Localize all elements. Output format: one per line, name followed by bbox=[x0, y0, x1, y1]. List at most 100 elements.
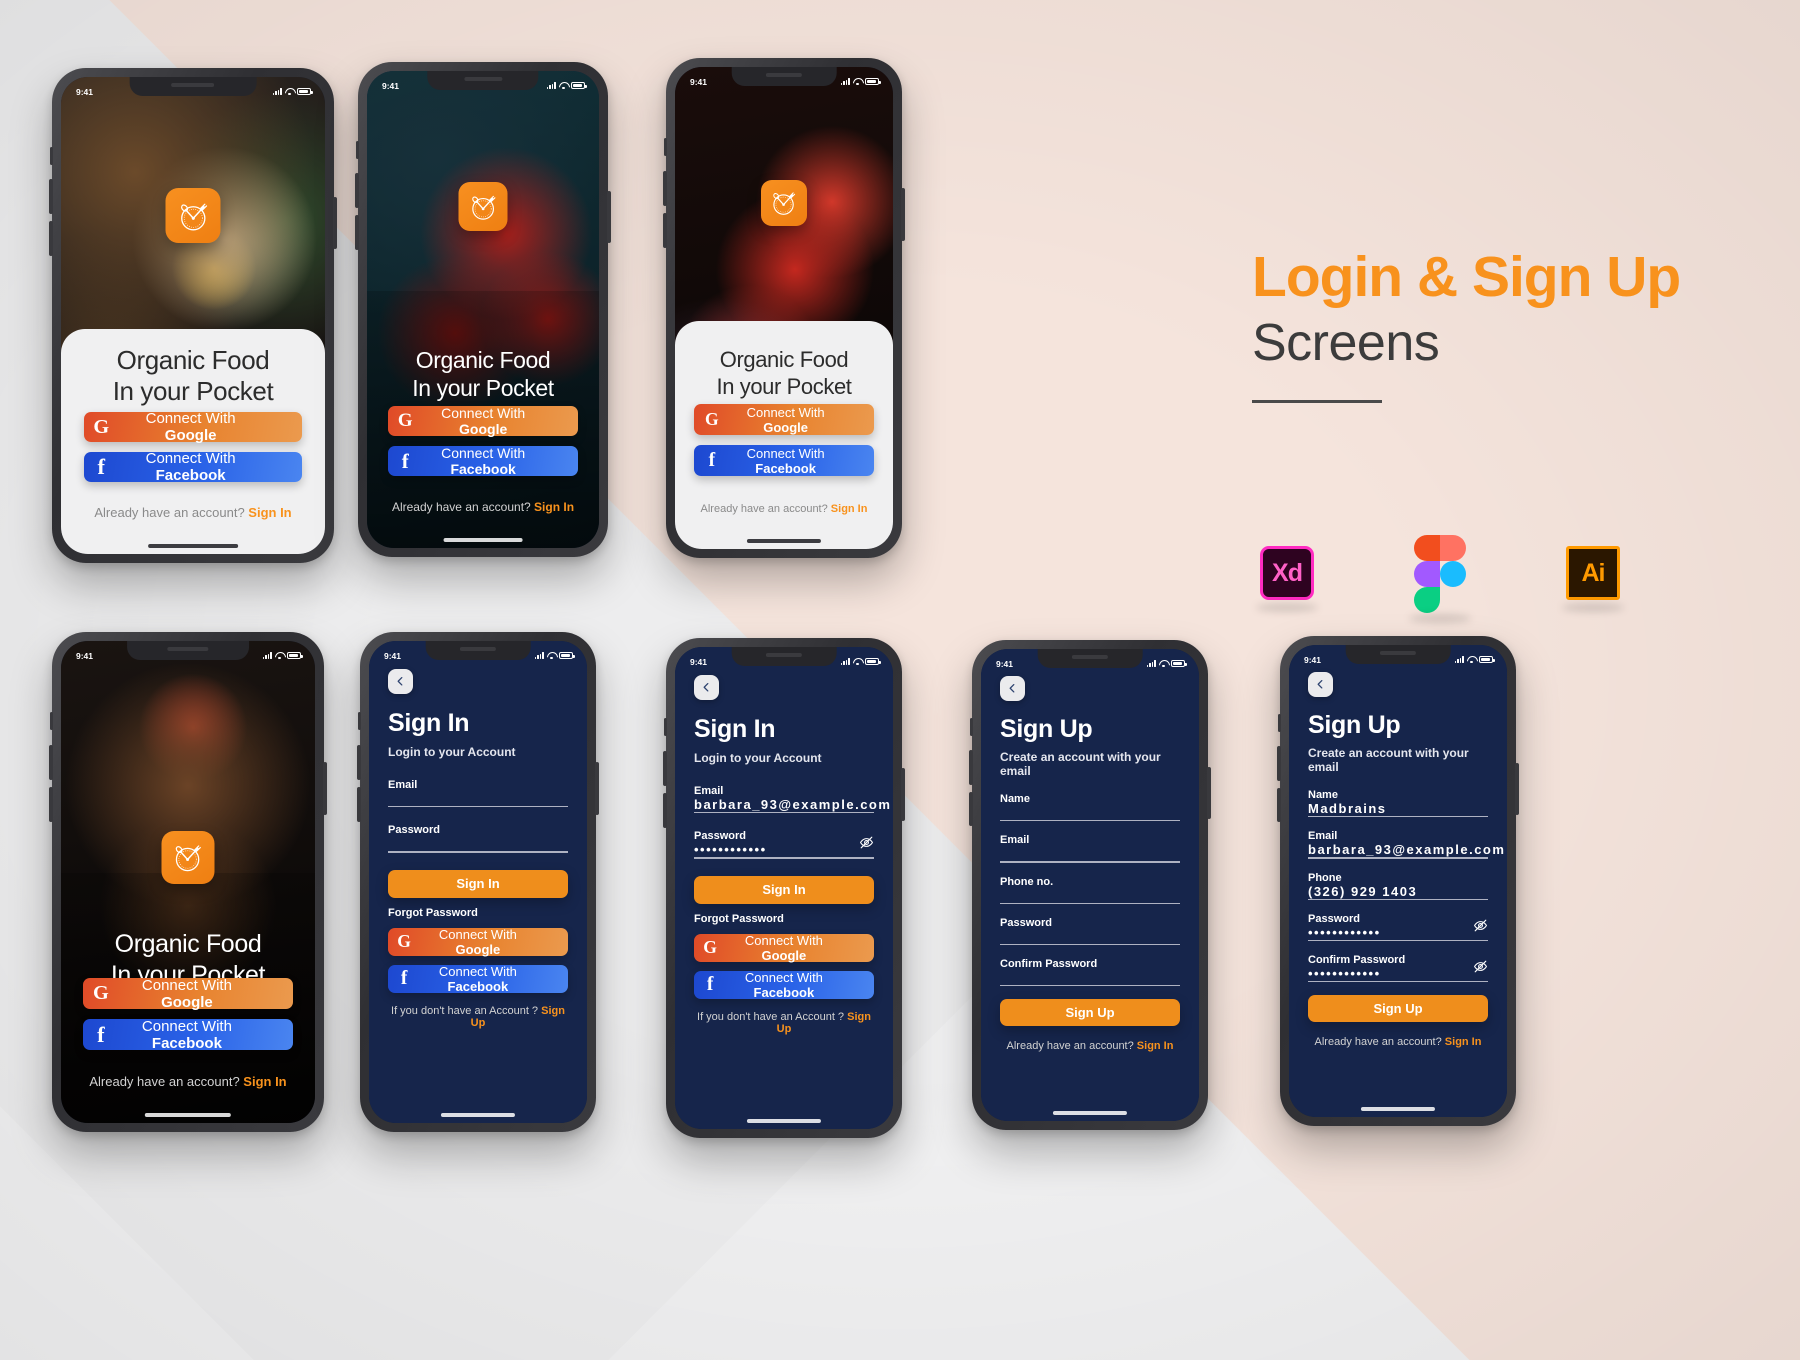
connect-with-google-button[interactable]: G Connect With Google bbox=[694, 404, 874, 435]
field-label: Password bbox=[1308, 912, 1360, 925]
clock-cutlery-logo-icon bbox=[773, 192, 796, 216]
connect-with-google-label: Connect With Google bbox=[438, 926, 517, 957]
clock-cutlery-logo-icon bbox=[176, 845, 202, 872]
have-account-footnote[interactable]: Already have an account? Sign In bbox=[1308, 1036, 1488, 1048]
field-value: barbara_93@example.com bbox=[694, 797, 892, 812]
sign-in-link[interactable]: Sign In bbox=[248, 505, 291, 520]
icon-shadow bbox=[1562, 603, 1624, 612]
battery-icon bbox=[865, 78, 881, 85]
connect-with-google-label: Connect With Google bbox=[441, 405, 526, 437]
google-icon: G bbox=[93, 415, 110, 438]
toggle-password-visibility[interactable] bbox=[1473, 918, 1488, 938]
headline-block: Login & Sign Up Screens bbox=[1252, 247, 1681, 403]
connect-with-facebook-button[interactable]: f Connect With Facebook bbox=[84, 450, 302, 484]
field-phone-no-[interactable]: Phone no. bbox=[1000, 876, 1180, 904]
field-password[interactable]: Password bbox=[388, 824, 568, 853]
field-label: Phone bbox=[1308, 871, 1342, 884]
screen-title: Sign Up bbox=[1000, 715, 1093, 743]
field-label: Email bbox=[1000, 834, 1030, 847]
battery-icon bbox=[1171, 660, 1187, 667]
back-button[interactable] bbox=[1308, 672, 1333, 697]
field-phone[interactable]: Phone (326) 929 1403 bbox=[1308, 872, 1488, 900]
headline-secondary: Screens bbox=[1252, 313, 1440, 372]
wifi-icon bbox=[547, 652, 556, 659]
field-confirm-password[interactable]: Confirm Password bbox=[1000, 958, 1180, 987]
connect-with-facebook-button[interactable]: f Connect With Facebook bbox=[83, 1018, 293, 1052]
toggle-password-visibility[interactable] bbox=[859, 835, 874, 855]
back-button[interactable] bbox=[1000, 676, 1025, 701]
connect-with-google-button[interactable]: G Connect With Google bbox=[388, 405, 578, 437]
have-account-footnote[interactable]: Already have an account? Sign In bbox=[1000, 1040, 1180, 1052]
field-label: Password bbox=[694, 830, 746, 843]
field-underline bbox=[694, 857, 874, 859]
field-confirm-password[interactable]: Confirm Password •••••••••••• bbox=[1308, 954, 1488, 983]
primary-submit-button[interactable]: Sign In bbox=[388, 869, 568, 898]
connect-with-facebook-button[interactable]: f Connect With Facebook bbox=[388, 964, 568, 994]
tagline: Organic Food In your Pocket bbox=[388, 346, 578, 402]
field-password[interactable]: Password bbox=[1000, 917, 1180, 946]
facebook-icon: f bbox=[708, 449, 716, 471]
have-account-footnote[interactable]: Already have an account? Sign In bbox=[675, 503, 893, 515]
connect-with-facebook-button[interactable]: f Connect With Facebook bbox=[694, 969, 874, 1000]
battery-icon bbox=[1479, 656, 1495, 663]
connect-with-facebook-button[interactable]: f Connect With Facebook bbox=[388, 445, 578, 477]
phone-screen: Organic Food In your Pocket G Connect Wi… bbox=[367, 71, 599, 548]
sign-in-link[interactable]: Sign In bbox=[534, 500, 574, 514]
wifi-icon bbox=[853, 658, 862, 665]
wifi-icon bbox=[275, 652, 284, 659]
no-account-footnote[interactable]: If you don't have an Account ? Sign Up bbox=[694, 1011, 874, 1035]
phone-screen: Sign In Login to your Account Email Pass… bbox=[369, 641, 587, 1123]
have-account-footnote[interactable]: Already have an account? Sign In bbox=[367, 500, 599, 514]
facebook-icon: f bbox=[97, 1021, 105, 1047]
sign-in-link[interactable]: Sign In bbox=[243, 1074, 286, 1089]
field-email[interactable]: Email bbox=[388, 779, 568, 808]
field-value bbox=[1000, 888, 1180, 903]
facebook-icon: f bbox=[401, 448, 409, 473]
wifi-icon bbox=[1467, 656, 1476, 663]
toggle-password-visibility[interactable] bbox=[1473, 959, 1488, 979]
connect-with-google-button[interactable]: G Connect With Google bbox=[84, 410, 302, 444]
field-label: Phone no. bbox=[1000, 875, 1054, 888]
connect-with-facebook-button[interactable]: f Connect With Facebook bbox=[694, 445, 874, 476]
connect-with-google-button[interactable]: G Connect With Google bbox=[694, 933, 874, 963]
field-email[interactable]: Email barbara_93@example.com bbox=[1308, 830, 1504, 859]
field-password[interactable]: Password •••••••••••• bbox=[694, 830, 874, 859]
tagline-line-1: Organic Food bbox=[116, 344, 270, 375]
chevron-left-icon bbox=[1009, 684, 1015, 693]
google-icon: G bbox=[397, 931, 411, 952]
field-label: Confirm Password bbox=[1000, 958, 1098, 971]
adobe-xd-icon: Xd bbox=[1260, 546, 1314, 600]
field-underline bbox=[388, 851, 568, 853]
phone-signup-filled: Sign Up Create an account with your emai… bbox=[1277, 636, 1519, 1126]
home-indicator bbox=[443, 538, 523, 542]
connect-with-facebook-label: Connect With Facebook bbox=[744, 969, 823, 1000]
battery-icon bbox=[559, 652, 575, 659]
tagline: Organic Food In your Pocket bbox=[694, 347, 874, 401]
back-button[interactable] bbox=[694, 675, 719, 700]
field-email[interactable]: Email bbox=[1000, 834, 1180, 863]
primary-submit-button[interactable]: Sign Up bbox=[1000, 999, 1180, 1027]
have-account-footnote[interactable]: Already have an account? Sign In bbox=[61, 1074, 315, 1089]
phone-screen: Organic Food In your Pocket G Connect Wi… bbox=[61, 77, 325, 554]
sign-in-link[interactable]: Sign In bbox=[1137, 1040, 1174, 1052]
field-name[interactable]: Name Madbrains bbox=[1308, 789, 1488, 818]
connect-with-facebook-label: Connect With Facebook bbox=[746, 445, 825, 476]
connect-with-google-button[interactable]: G Connect With Google bbox=[388, 926, 568, 957]
primary-submit-button[interactable]: Sign Up bbox=[1308, 995, 1488, 1023]
have-account-footnote[interactable]: Already have an account? Sign In bbox=[61, 505, 325, 520]
connect-with-google-button[interactable]: G Connect With Google bbox=[83, 977, 293, 1011]
forgot-password-link[interactable]: Forgot Password bbox=[388, 907, 568, 919]
field-name[interactable]: Name bbox=[1000, 793, 1180, 822]
screen-title: Sign Up bbox=[1308, 711, 1401, 739]
status-bar: 9:41 bbox=[367, 71, 599, 95]
field-email[interactable]: Email barbara_93@example.com bbox=[694, 785, 892, 814]
sign-in-link[interactable]: Sign In bbox=[831, 503, 868, 515]
sign-in-link[interactable]: Sign In bbox=[1445, 1036, 1482, 1048]
cellular-signal-icon bbox=[840, 78, 850, 85]
back-button[interactable] bbox=[388, 669, 413, 694]
forgot-password-link[interactable]: Forgot Password bbox=[694, 913, 874, 925]
status-bar: 9:41 bbox=[61, 641, 315, 665]
no-account-footnote[interactable]: If you don't have an Account ? Sign Up bbox=[388, 1005, 568, 1029]
field-password[interactable]: Password •••••••••••• bbox=[1308, 912, 1488, 942]
primary-submit-button[interactable]: Sign In bbox=[694, 875, 874, 904]
